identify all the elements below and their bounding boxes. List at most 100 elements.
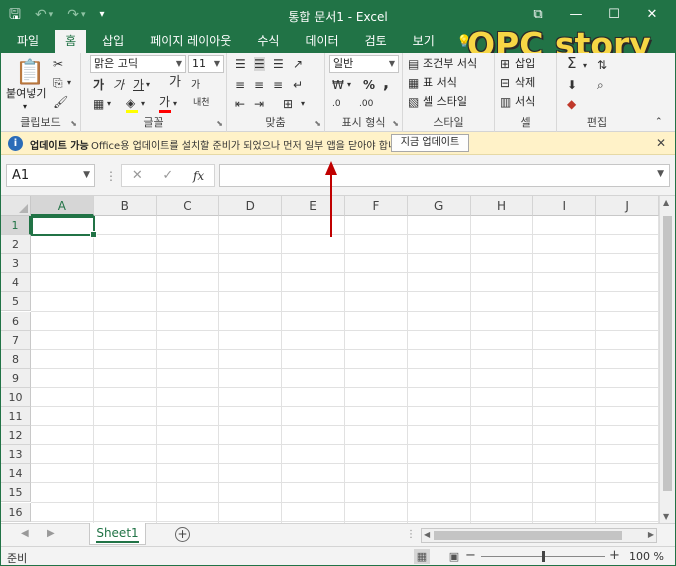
vertical-scroll-thumb[interactable] xyxy=(663,216,672,491)
merge-center-icon[interactable]: ⊞ xyxy=(283,97,293,111)
increase-decimal-icon[interactable]: .0 xyxy=(332,97,341,111)
column-header-i[interactable]: I xyxy=(533,196,597,216)
find-select-icon[interactable]: ⌕ xyxy=(597,78,604,92)
format-cells-icon[interactable]: ▥ xyxy=(500,95,511,109)
fill-color-icon[interactable]: ◈ xyxy=(126,96,135,110)
confirm-entry-icon[interactable]: ✓ xyxy=(162,168,173,183)
row-header-10[interactable]: 10 xyxy=(1,387,31,407)
increase-indent-icon[interactable]: ⇥ xyxy=(254,97,264,111)
tab-file[interactable]: 파일 xyxy=(7,30,49,53)
horizontal-scroll-thumb[interactable] xyxy=(434,531,622,540)
column-header-a[interactable]: A xyxy=(31,196,94,216)
tab-insert[interactable]: 삽입 xyxy=(92,30,134,53)
formula-input[interactable]: ▼ xyxy=(219,164,670,187)
shrink-font-button[interactable]: 가 xyxy=(191,79,200,93)
update-now-button[interactable]: 지금 업데이트 xyxy=(391,134,469,152)
tab-data[interactable]: 데이터 xyxy=(295,30,348,53)
scroll-right-icon[interactable]: ▶ xyxy=(648,530,654,539)
info-bar-close-icon[interactable]: ✕ xyxy=(656,136,666,150)
collapse-ribbon-icon[interactable]: ⌃ xyxy=(655,115,663,129)
insert-function-icon[interactable]: fx xyxy=(193,169,204,183)
currency-dropdown-icon[interactable]: ▾ xyxy=(347,78,351,92)
tab-page-layout[interactable]: 페이지 레이아웃 xyxy=(140,30,241,53)
column-header-c[interactable]: C xyxy=(156,196,220,216)
zoom-slider-thumb[interactable] xyxy=(542,551,545,562)
fill-icon[interactable]: ⬇ xyxy=(567,78,577,92)
scroll-left-icon[interactable]: ◀ xyxy=(424,530,430,539)
fill-dropdown-icon[interactable]: ▾ xyxy=(141,97,145,111)
row-header-16[interactable]: 16 xyxy=(1,502,31,522)
select-all-button[interactable] xyxy=(1,196,31,216)
column-header-f[interactable]: F xyxy=(345,196,408,216)
sort-filter-icon[interactable]: ⇅ xyxy=(597,58,607,72)
paste-icon[interactable]: 📋 xyxy=(15,59,45,85)
page-layout-view-icon[interactable]: ▣ xyxy=(446,549,462,564)
insert-cells-button[interactable]: 삽입 xyxy=(515,57,535,71)
grow-font-button[interactable]: 가 xyxy=(169,76,181,90)
formula-bar-splitter[interactable]: ⋮ xyxy=(105,169,117,183)
cell-styles-icon[interactable]: ▧ xyxy=(408,95,419,109)
column-header-g[interactable]: G xyxy=(407,196,471,216)
decrease-decimal-icon[interactable]: .00 xyxy=(359,97,373,111)
border-icon[interactable]: ▦ xyxy=(93,97,104,111)
zoom-in-button[interactable]: + xyxy=(609,548,620,563)
font-launcher-icon[interactable]: ⬊ xyxy=(216,119,223,128)
name-box[interactable]: A1 ▼ xyxy=(6,164,95,187)
underline-dropdown-icon[interactable]: ▾ xyxy=(146,78,150,92)
row-header-15[interactable]: 15 xyxy=(1,483,31,503)
merge-dropdown-icon[interactable]: ▾ xyxy=(301,97,305,111)
insert-cells-icon[interactable]: ⊞ xyxy=(500,57,510,71)
vertical-scrollbar[interactable]: ▲ ▼ xyxy=(659,196,675,523)
font-color-dropdown-icon[interactable]: ▾ xyxy=(173,97,177,111)
format-as-table-button[interactable]: 표 서식 xyxy=(423,76,457,90)
format-cells-button[interactable]: 서식 xyxy=(515,95,535,109)
tab-split-handle[interactable]: ⋮ xyxy=(406,529,416,540)
zoom-out-button[interactable]: − xyxy=(465,548,476,563)
top-align-icon[interactable]: ☰ xyxy=(235,57,246,71)
column-header-b[interactable]: B xyxy=(93,196,157,216)
row-header-3[interactable]: 3 xyxy=(1,254,31,274)
zoom-level-text[interactable]: 100 % xyxy=(629,550,664,563)
paste-button[interactable]: 붙여넣기 xyxy=(6,87,46,101)
tab-review[interactable]: 검토 xyxy=(355,30,397,53)
tab-formulas[interactable]: 수식 xyxy=(247,30,289,53)
row-header-5[interactable]: 5 xyxy=(1,292,31,312)
row-header-2[interactable]: 2 xyxy=(1,235,31,255)
bold-button[interactable]: 가 xyxy=(93,78,104,92)
copy-dropdown-icon[interactable]: ▾ xyxy=(67,76,71,90)
row-header-4[interactable]: 4 xyxy=(1,273,31,293)
next-sheet-icon[interactable]: ▶ xyxy=(47,528,55,539)
active-cell-a1[interactable] xyxy=(31,216,97,239)
row-header-8[interactable]: 8 xyxy=(1,349,31,369)
align-center-icon[interactable]: ≡ xyxy=(254,78,264,92)
autosum-dropdown-icon[interactable]: ▾ xyxy=(583,59,587,73)
italic-button[interactable]: 가 xyxy=(113,78,124,92)
row-header-7[interactable]: 7 xyxy=(1,330,31,350)
copy-icon[interactable]: ⎘ xyxy=(53,76,63,90)
format-as-table-icon[interactable]: ▦ xyxy=(408,76,419,90)
worksheet-grid[interactable]: ▲ ▼ A B C D E F G H I J 1 2 3 4 5 6 7 8 9 10 11 12 13 14 15 16 xyxy=(1,196,675,523)
alignment-launcher-icon[interactable]: ⬊ xyxy=(314,119,321,128)
delete-cells-icon[interactable]: ⊟ xyxy=(500,76,510,90)
underline-button[interactable]: 가 xyxy=(133,78,144,92)
add-sheet-button[interactable]: + xyxy=(175,527,190,542)
cancel-entry-icon[interactable]: ✕ xyxy=(132,168,143,183)
scroll-up-icon[interactable]: ▲ xyxy=(663,198,669,207)
paste-dropdown-icon[interactable]: ▾ xyxy=(23,100,27,114)
autosum-icon[interactable]: Σ xyxy=(567,56,576,71)
row-header-11[interactable]: 11 xyxy=(1,407,31,427)
column-header-j[interactable]: J xyxy=(596,196,659,216)
format-painter-icon[interactable]: 🖌 xyxy=(53,95,68,109)
horizontal-scrollbar[interactable]: ◀ ▶ xyxy=(421,528,657,543)
expand-formula-bar-icon[interactable]: ▼ xyxy=(657,169,664,179)
normal-view-icon[interactable]: ▦ xyxy=(414,549,430,564)
middle-align-icon[interactable]: ☰ xyxy=(254,57,265,71)
border-dropdown-icon[interactable]: ▾ xyxy=(107,97,111,111)
number-format-combo[interactable]: 일반 ▼ xyxy=(329,55,399,73)
number-launcher-icon[interactable]: ⬊ xyxy=(392,119,399,128)
chevron-down-icon[interactable]: ▼ xyxy=(83,165,90,186)
row-header-9[interactable]: 9 xyxy=(1,368,31,388)
sheet-tab-sheet1[interactable]: Sheet1 xyxy=(89,523,146,545)
decrease-indent-icon[interactable]: ⇤ xyxy=(235,97,245,111)
wrap-text-icon[interactable]: ↵ xyxy=(293,78,303,92)
